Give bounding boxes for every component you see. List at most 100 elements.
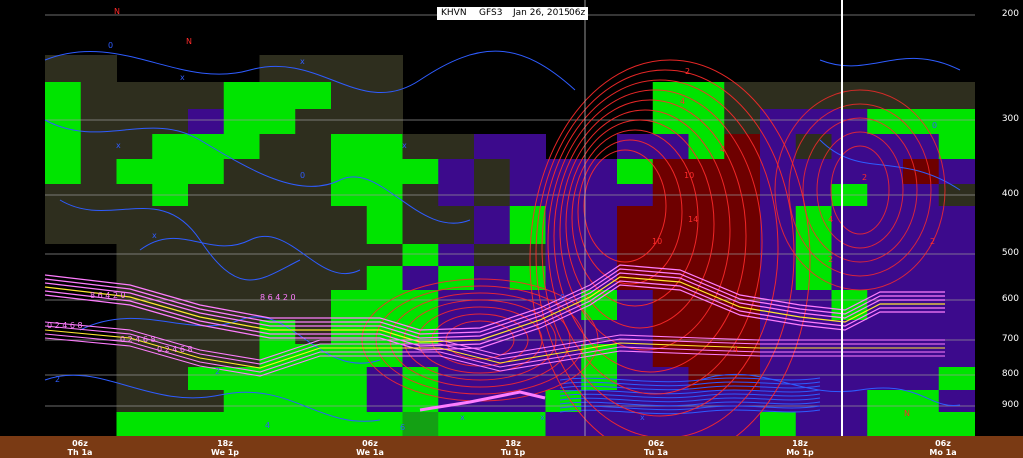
- cloud-cell: [903, 244, 940, 266]
- wind-marker: x: [300, 57, 305, 66]
- time-tick-hour: 18z: [792, 439, 808, 448]
- cloud-cell: [831, 244, 868, 266]
- wind-marker: N: [186, 37, 192, 46]
- omega-label: 10: [652, 237, 662, 246]
- isotherm-label: 0 2 4 6 8: [157, 345, 193, 354]
- cloud-cell: [188, 412, 225, 436]
- cloud-cell: [831, 206, 868, 244]
- time-tick-label: 06z Mo 1a: [918, 439, 968, 457]
- cloud-cell: [188, 109, 225, 134]
- cloud-cell: [867, 367, 904, 390]
- cloud-cell: [617, 244, 654, 266]
- time-tick-label: 06z Th 1a: [55, 439, 105, 457]
- cloud-cell: [474, 159, 511, 184]
- cloud-cell: [331, 134, 368, 159]
- cloud-cell: [259, 55, 296, 82]
- cloud-cell: [331, 367, 368, 390]
- pressure-tick-label: 200: [1001, 9, 1019, 19]
- time-tick-label: 18z We 1p: [200, 439, 250, 457]
- cloud-cell: [366, 266, 403, 290]
- cloud-cell: [366, 412, 403, 436]
- pressure-tick-label: 400: [1001, 189, 1019, 199]
- cloud-cell: [295, 82, 332, 109]
- pressure-tick-label: 900: [1001, 400, 1019, 410]
- cloud-cell: [80, 134, 117, 159]
- cloud-cell: [724, 412, 761, 436]
- cloud-cell: [331, 109, 368, 134]
- cloud-cell: [295, 244, 332, 266]
- cloud-cell: [259, 134, 296, 159]
- cloud-cell: [259, 344, 296, 367]
- cloud-cell: [795, 412, 832, 436]
- time-tick-day: Tu 1a: [643, 448, 669, 457]
- cloud-cell: [152, 159, 189, 184]
- cloud-cell: [366, 390, 403, 412]
- temperature-label: 0: [300, 171, 305, 180]
- cloud-cell: [688, 244, 725, 266]
- omega-label: 4: [828, 215, 833, 224]
- cloud-cell: [80, 206, 117, 244]
- cloud-cell: [331, 206, 368, 244]
- cloud-cell: [795, 82, 832, 109]
- model-label: GFS3: [479, 8, 503, 18]
- cloud-cell: [438, 206, 475, 244]
- cloud-cell: [80, 109, 117, 134]
- cloud-cell: [259, 266, 296, 290]
- cloud-cell: [903, 82, 940, 109]
- cloud-cell: [509, 244, 546, 266]
- omega-label: 2: [828, 255, 833, 264]
- cloud-cell: [867, 109, 904, 134]
- temperature-label: 2: [215, 367, 220, 376]
- cloud-cell: [724, 266, 761, 290]
- cloud-cell: [116, 159, 153, 184]
- wind-marker: x: [116, 141, 121, 150]
- cloud-cell: [438, 412, 475, 436]
- temperature-label: 0: [108, 41, 113, 50]
- cloud-cell: [831, 390, 868, 412]
- omega-label: 14: [688, 215, 698, 224]
- cloud-cell: [331, 266, 368, 290]
- cloud-cell: [402, 206, 439, 244]
- cloud-cell: [223, 159, 260, 184]
- cloud-cell: [295, 266, 332, 290]
- cloud-cell: [688, 412, 725, 436]
- cloud-cell: [295, 134, 332, 159]
- station-label: KHVN: [441, 8, 467, 18]
- cloud-cell: [259, 244, 296, 266]
- wind-marker: x: [402, 141, 407, 150]
- cloud-cell: [45, 55, 82, 82]
- cloud-cell: [152, 82, 189, 109]
- time-tick-hour: 06z: [362, 439, 378, 448]
- cloud-cell: [509, 159, 546, 184]
- omega-label: 4: [720, 145, 725, 154]
- cloud-cell: [617, 290, 654, 320]
- cloud-cell: [366, 55, 403, 82]
- cloud-cell: [402, 134, 439, 159]
- time-tick-hour: 06z: [935, 439, 951, 448]
- cloud-cell: [223, 134, 260, 159]
- cloud-cell: [331, 159, 368, 184]
- cloud-cell: [938, 82, 975, 109]
- cloud-cell: [366, 134, 403, 159]
- cloud-cell: [760, 109, 797, 134]
- cloud-cell: [831, 109, 868, 134]
- cloud-cell: [652, 134, 689, 159]
- cloud-cell: [259, 109, 296, 134]
- sounding-time-section: 8 6 4 2 00 2 4 6 80 2 4 6 80 2 4 6 88 6 …: [0, 0, 1023, 458]
- cloud-cell: [795, 159, 832, 184]
- cloud-cell: [867, 134, 904, 159]
- temperature-label: 2: [55, 375, 60, 384]
- cloud-cell: [295, 290, 332, 320]
- cloud-cell: [867, 266, 904, 290]
- cloud-cell: [116, 390, 153, 412]
- time-tick-label: 18z Tu 1p: [488, 439, 538, 457]
- cloud-cell: [474, 244, 511, 266]
- cloud-cell: [903, 290, 940, 320]
- cloud-cell: [760, 266, 797, 290]
- cloud-cell: [688, 206, 725, 244]
- cloud-cell: [223, 82, 260, 109]
- run-hour-label: 06z: [569, 8, 586, 18]
- cloud-cell: [116, 244, 153, 266]
- cloud-cell: [652, 244, 689, 266]
- pressure-tick-label: 600: [1001, 294, 1019, 304]
